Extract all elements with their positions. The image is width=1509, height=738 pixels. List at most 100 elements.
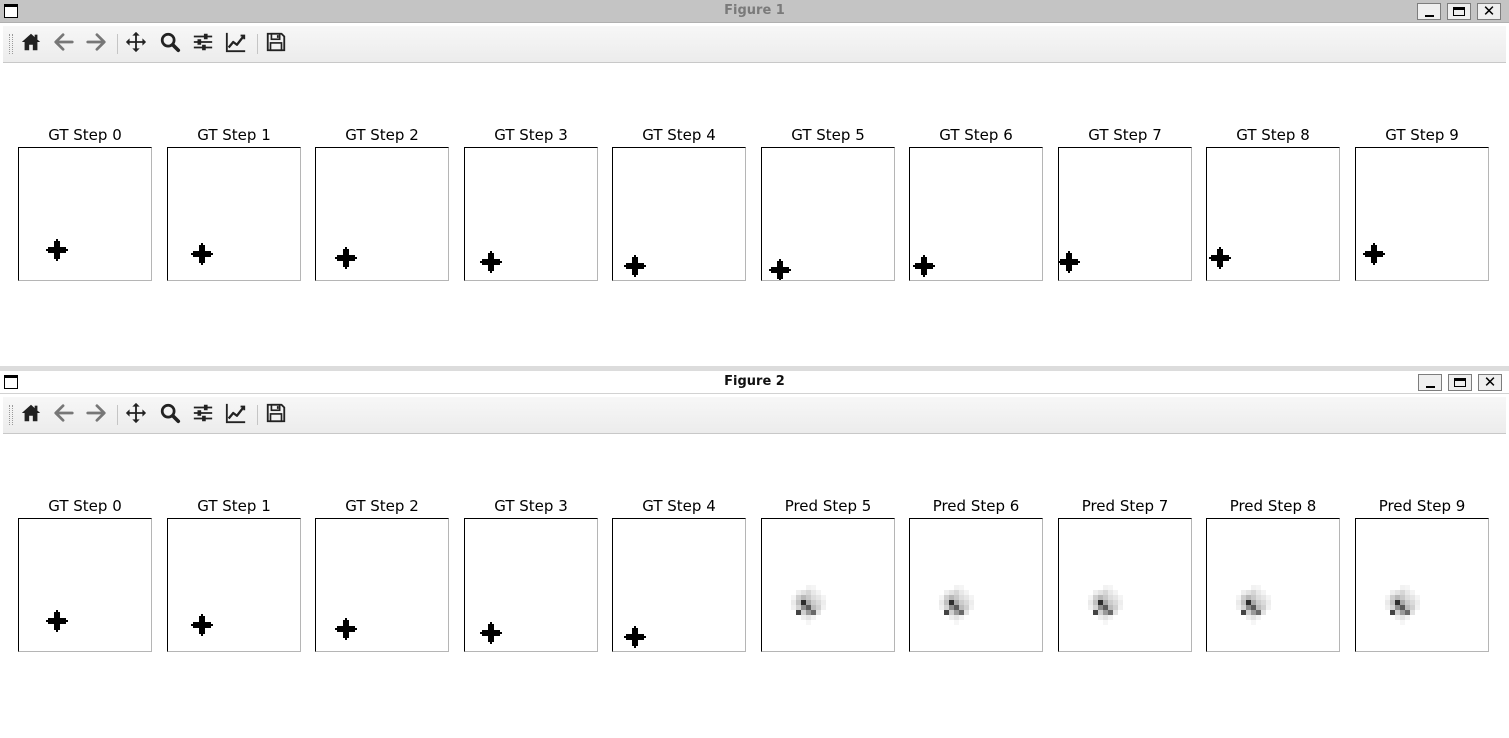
predicted-blob-image — [1236, 585, 1271, 625]
toolbar-grip[interactable] — [9, 405, 13, 425]
configure-subplots-icon — [192, 402, 214, 428]
zoom-button[interactable] — [158, 403, 182, 427]
minimize-icon — [1424, 14, 1434, 17]
window-titlebar[interactable]: Figure 1 ✕ — [0, 0, 1509, 23]
subplot-title: Pred Step 9 — [1378, 497, 1466, 515]
forward-arrow-icon — [85, 31, 107, 57]
subplot-title: Pred Step 8 — [1229, 497, 1317, 515]
subplot-axes[interactable] — [612, 147, 746, 281]
navigation-toolbar — [3, 397, 1506, 434]
window-title: Figure 2 — [724, 374, 785, 389]
cross-marker-image — [913, 255, 935, 277]
cross-marker-image — [1059, 251, 1080, 273]
pan-icon — [125, 402, 147, 428]
home-icon — [20, 402, 42, 428]
forward-arrow-icon — [85, 402, 107, 428]
subplot-title: GT Step 4 — [642, 497, 716, 515]
cross-marker-image — [1363, 243, 1385, 265]
pan-icon — [125, 31, 147, 57]
cross-marker-image — [480, 251, 502, 273]
subplot-axes[interactable] — [167, 147, 301, 281]
cross-marker-image — [335, 618, 357, 640]
back-arrow-button[interactable] — [52, 403, 76, 427]
zoom-icon — [159, 31, 181, 57]
maximize-icon — [1454, 378, 1466, 387]
toolbar-grip[interactable] — [9, 34, 13, 54]
subplot-axes[interactable] — [18, 518, 152, 652]
predicted-blob-image — [1385, 585, 1420, 625]
subplot-title: GT Step 6 — [939, 126, 1013, 144]
figure-1-window: Figure 1 ✕ GT Step 0 GT Step 1 GT Step 2 GT… — [0, 0, 1509, 366]
minimize-button[interactable] — [1418, 374, 1442, 391]
predicted-blob-image — [791, 585, 826, 625]
pan-button[interactable] — [124, 402, 148, 428]
subplot-axes[interactable] — [1058, 518, 1192, 652]
subplot-axes[interactable] — [909, 518, 1043, 652]
subplot-axes[interactable] — [1355, 518, 1489, 652]
figure-canvas[interactable]: GT Step 0 GT Step 1 GT Step 2 GT Step 3 GT S… — [3, 434, 1506, 734]
subplot-axes[interactable] — [315, 147, 449, 281]
save-icon — [265, 31, 287, 57]
figure-canvas[interactable]: GT Step 0 GT Step 1 GT Step 2 GT Step 3 GT S… — [3, 63, 1506, 363]
home-button[interactable] — [19, 403, 43, 427]
configure-subplots-button[interactable] — [191, 32, 215, 56]
save-icon — [265, 402, 287, 428]
subplot-axes[interactable] — [909, 147, 1043, 281]
zoom-button[interactable] — [158, 32, 182, 56]
save-button[interactable] — [264, 403, 288, 427]
toolbar-separator — [117, 34, 118, 54]
subplot-axes[interactable] — [1206, 147, 1340, 281]
back-arrow-button[interactable] — [52, 32, 76, 56]
configure-subplots-button[interactable] — [191, 403, 215, 427]
maximize-button[interactable] — [1447, 3, 1471, 20]
subplot-axes[interactable] — [315, 518, 449, 652]
subplot-axes[interactable] — [1355, 147, 1489, 281]
forward-arrow-button[interactable] — [84, 32, 108, 56]
subplot-title: Pred Step 6 — [932, 497, 1020, 515]
subplot-axes[interactable] — [1206, 518, 1340, 652]
close-button[interactable]: ✕ — [1478, 374, 1502, 391]
cross-marker-image — [480, 622, 502, 644]
subplot-axes[interactable] — [1058, 147, 1192, 281]
edit-axis-button[interactable] — [224, 32, 248, 56]
toolbar-separator — [117, 405, 118, 425]
subplot-axes[interactable] — [464, 147, 598, 281]
cross-marker-image — [624, 626, 646, 648]
predicted-blob-image — [939, 585, 974, 625]
subplot-axes[interactable] — [167, 518, 301, 652]
back-arrow-icon — [53, 402, 75, 428]
subplot-axes[interactable] — [464, 518, 598, 652]
home-button[interactable] — [19, 32, 43, 56]
toolbar-separator — [257, 34, 258, 54]
subplot-axes[interactable] — [761, 518, 895, 652]
home-icon — [20, 31, 42, 57]
toolbar-separator — [257, 405, 258, 425]
pan-button[interactable] — [124, 31, 148, 57]
subplot-title: GT Step 9 — [1385, 126, 1459, 144]
subplot-title: GT Step 2 — [345, 126, 419, 144]
cross-marker-image — [46, 239, 68, 261]
cross-marker-image — [46, 610, 68, 632]
forward-arrow-button[interactable] — [84, 403, 108, 427]
cross-marker-image — [769, 259, 791, 280]
close-icon: ✕ — [1482, 2, 1496, 20]
subplot-axes[interactable] — [612, 518, 746, 652]
subplot-title: GT Step 8 — [1236, 126, 1310, 144]
zoom-icon — [159, 402, 181, 428]
figure-2-window: Figure 2 ✕ GT Step 0 GT Step 1 GT Step 2 GT… — [0, 371, 1509, 738]
minimize-button[interactable] — [1417, 3, 1441, 20]
window-title: Figure 1 — [724, 3, 785, 18]
save-button[interactable] — [264, 32, 288, 56]
window-titlebar[interactable]: Figure 2 ✕ — [0, 371, 1509, 394]
cross-marker-image — [335, 247, 357, 269]
maximize-icon — [1453, 7, 1465, 16]
predicted-blob-image — [1088, 585, 1123, 625]
cross-marker-image — [191, 243, 213, 265]
cross-marker-image — [191, 614, 213, 636]
edit-axis-icon — [225, 402, 247, 428]
maximize-button[interactable] — [1448, 374, 1472, 391]
edit-axis-button[interactable] — [224, 403, 248, 427]
close-button[interactable]: ✕ — [1477, 3, 1501, 20]
subplot-axes[interactable] — [18, 147, 152, 281]
subplot-axes[interactable] — [761, 147, 895, 281]
